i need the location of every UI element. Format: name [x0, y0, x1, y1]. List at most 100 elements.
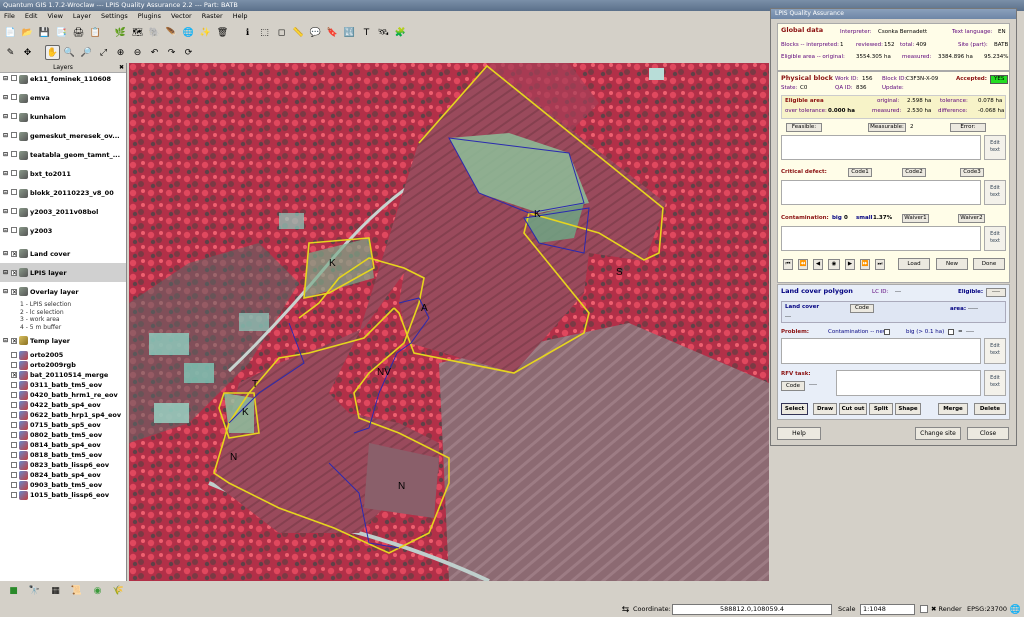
layer-visibility-checkbox[interactable]: [11, 402, 17, 408]
layer-item[interactable]: ⊟ blokk_20110223_v8_00: [0, 187, 126, 206]
script-icon[interactable]: 📜: [69, 584, 84, 599]
problem-text-area[interactable]: [781, 338, 981, 364]
remove-layer-icon[interactable]: 🗑: [215, 25, 230, 40]
help-button[interactable]: Help: [777, 427, 821, 440]
layer-item[interactable]: 0802_batb_tm5_eov: [0, 430, 126, 440]
expand-icon[interactable]: ⊟: [3, 288, 9, 295]
new-project-icon[interactable]: 📄: [3, 25, 18, 40]
node-tool-icon[interactable]: ✥: [20, 45, 35, 60]
add-wms-icon[interactable]: 🌐: [181, 25, 196, 40]
merge-button[interactable]: Merge: [938, 403, 968, 415]
expand-icon[interactable]: ⊟: [3, 269, 9, 276]
coordinate-field[interactable]: 588812.0,108059.4: [672, 604, 832, 615]
layer-visibility-checkbox[interactable]: [11, 352, 17, 358]
map-tips-icon[interactable]: 💬: [308, 25, 323, 40]
layer-visibility-checkbox[interactable]: [11, 151, 17, 157]
layer-item[interactable]: 0622_batb_hrp1_sp4_eov: [0, 410, 126, 420]
cut-out-button[interactable]: Cut out: [839, 403, 867, 415]
add-raster-icon[interactable]: 🗺: [130, 25, 145, 40]
code2-button[interactable]: Code2: [902, 168, 926, 177]
error-button[interactable]: Error:: [950, 123, 986, 132]
delete-button[interactable]: Delete: [974, 403, 1006, 415]
layer-item[interactable]: 0824_batb_sp4_eov: [0, 470, 126, 480]
binoculars-icon[interactable]: 🔭: [27, 584, 42, 599]
layer-item[interactable]: 0420_batb_hrm1_re_eov: [0, 390, 126, 400]
edit-text-button-3[interactable]: Edit text: [984, 226, 1006, 251]
zoom-next-icon[interactable]: ↷: [164, 45, 179, 60]
next-ten-icon[interactable]: ⏩: [860, 259, 870, 270]
current-record-icon[interactable]: ◉: [828, 259, 840, 270]
menu-settings[interactable]: Settings: [101, 11, 128, 22]
critical-defect-text-area[interactable]: [781, 180, 981, 205]
layer-item[interactable]: 0823_batb_lissp6_eov: [0, 460, 126, 470]
layer-item[interactable]: 0818_batb_tm5_eov: [0, 450, 126, 460]
layer-visibility-checkbox[interactable]: [11, 113, 17, 119]
compose-icon[interactable]: 📋: [88, 25, 103, 40]
zoom-full-icon[interactable]: ⤢: [96, 45, 111, 60]
menu-help[interactable]: Help: [233, 11, 248, 22]
layer-visibility-checkbox[interactable]: [11, 462, 17, 468]
render-checkbox[interactable]: ✖ Render: [931, 604, 962, 615]
save-icon[interactable]: 💾: [37, 25, 52, 40]
layer-item[interactable]: orto2005: [0, 350, 126, 360]
menu-raster[interactable]: Raster: [202, 11, 223, 22]
layer-item[interactable]: ⊟ kunhalom: [0, 111, 126, 130]
layer-visibility-checkbox[interactable]: [11, 94, 17, 100]
rfv-code-button[interactable]: Code: [781, 381, 805, 391]
label-icon[interactable]: T: [359, 25, 374, 40]
menu-layer[interactable]: Layer: [73, 11, 91, 22]
layer-visibility-checkbox[interactable]: [11, 452, 17, 458]
layer-visibility-checkbox[interactable]: [11, 482, 17, 488]
add-spatialite-icon[interactable]: 🪶: [164, 25, 179, 40]
expand-icon[interactable]: ⊟: [3, 170, 9, 177]
new-button[interactable]: New: [936, 258, 968, 270]
menu-view[interactable]: View: [47, 11, 62, 22]
projection-toggle-icon[interactable]: ⇆: [618, 602, 633, 617]
menu-file[interactable]: File: [4, 11, 15, 22]
code3-button[interactable]: Code3: [960, 168, 984, 177]
layer-item[interactable]: ✕ bat_20110514_merge: [0, 370, 126, 380]
layer-visibility-checkbox[interactable]: [11, 442, 17, 448]
digitize-icon[interactable]: ■: [6, 584, 21, 599]
layer-visibility-checkbox[interactable]: [11, 422, 17, 428]
refresh-icon[interactable]: ⟳: [181, 45, 196, 60]
pan-icon[interactable]: ✋: [45, 45, 60, 60]
layer-item[interactable]: 1015_batb_lissp6_eov: [0, 490, 126, 500]
layer-item[interactable]: 0814_batb_sp4_eov: [0, 440, 126, 450]
contamination-new-checkbox[interactable]: [884, 329, 890, 335]
layer-visibility-checkbox[interactable]: [11, 132, 17, 138]
layer-item[interactable]: ⊟ teatabla_geom_tamnt_...: [0, 149, 126, 168]
plugin-icon[interactable]: 🧩: [393, 25, 408, 40]
zoom-out-icon[interactable]: 🔎: [79, 45, 94, 60]
green-circle-icon[interactable]: ◉: [90, 584, 105, 599]
layer-visibility-checkbox[interactable]: [11, 392, 17, 398]
expand-icon[interactable]: ⊟: [3, 132, 9, 139]
edit-text-button-1[interactable]: Edit text: [984, 135, 1006, 160]
previous-record-icon[interactable]: ◀: [813, 259, 823, 270]
close-button[interactable]: Close: [967, 427, 1009, 440]
previous-ten-icon[interactable]: ⏪: [798, 259, 808, 270]
new-layer-icon[interactable]: ✨: [198, 25, 213, 40]
layer-item[interactable]: 0422_batb_sp4_eov: [0, 400, 126, 410]
eligible-button[interactable]: ----: [986, 288, 1006, 297]
print-icon[interactable]: 🖨: [71, 25, 86, 40]
edit-text-button-4[interactable]: Edit text: [984, 338, 1006, 364]
expand-icon[interactable]: ⊟: [3, 337, 9, 344]
save-as-icon[interactable]: 📑: [54, 25, 69, 40]
layer-item[interactable]: ⊟ y2003: [0, 225, 126, 244]
feasible-button[interactable]: Feasible:: [786, 123, 822, 132]
menu-plugins[interactable]: Plugins: [138, 11, 161, 22]
expand-icon[interactable]: ⊟: [3, 208, 9, 215]
crs-label[interactable]: EPSG:23700: [967, 604, 1007, 615]
layer-item[interactable]: ⊟ gemeskut_meresek_ov...: [0, 130, 126, 149]
shape-button[interactable]: Shape: [895, 403, 921, 415]
layer-item[interactable]: 0903_batb_tm5_eov: [0, 480, 126, 490]
first-record-icon[interactable]: ⏮: [783, 259, 793, 270]
gps-icon[interactable]: 🛰: [376, 25, 391, 40]
last-record-icon[interactable]: ⏭: [875, 259, 885, 270]
layer-item[interactable]: ⊟ ✕ Overlay layer: [0, 282, 126, 301]
layer-item[interactable]: ⊟ bxt_to2011: [0, 168, 126, 187]
waiver2-button[interactable]: Waiver2: [958, 214, 985, 223]
layer-item[interactable]: ⊟ ✕ LPIS layer: [0, 263, 126, 282]
layer-visibility-checkbox[interactable]: ✕: [11, 337, 17, 344]
